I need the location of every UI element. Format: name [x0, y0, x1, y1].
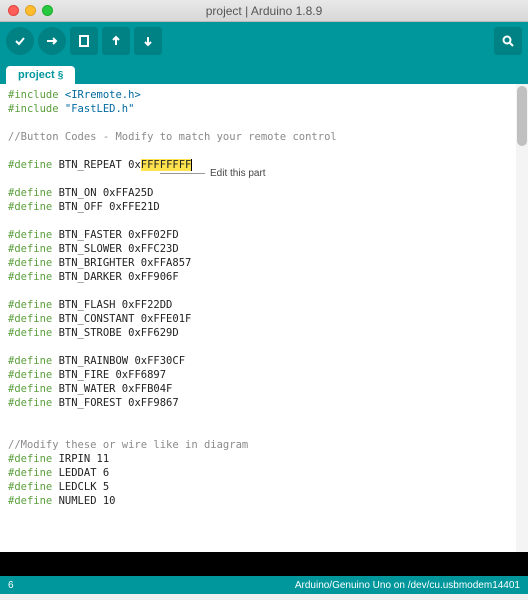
code-line	[8, 284, 520, 298]
editor-scrollbar[interactable]	[516, 84, 528, 552]
code-line	[8, 410, 520, 424]
code-line: #define BTN_WATER 0xFFB04F	[8, 382, 520, 396]
open-button[interactable]	[102, 27, 130, 55]
minimize-window-button[interactable]	[25, 5, 36, 16]
maximize-window-button[interactable]	[42, 5, 53, 16]
code-editor[interactable]: #include <IRremote.h>#include "FastLED.h…	[0, 84, 528, 552]
annotation-callout: Edit this part	[210, 167, 266, 181]
code-line: #define BTN_FASTER 0xFF02FD	[8, 228, 520, 242]
code-line: #define BTN_CONSTANT 0xFFE01F	[8, 312, 520, 326]
code-line: #define NUMLED 10	[8, 494, 520, 508]
status-board-info: Arduino/Genuino Uno on /dev/cu.usbmodem1…	[295, 580, 520, 591]
tab-modified-indicator: §	[58, 70, 64, 81]
arrow-right-icon	[45, 34, 59, 48]
save-button[interactable]	[134, 27, 162, 55]
close-window-button[interactable]	[8, 5, 19, 16]
status-bar: 6 Arduino/Genuino Uno on /dev/cu.usbmode…	[0, 576, 528, 594]
console-panel	[0, 552, 528, 576]
code-line: #define BTN_OFF 0xFFE21D	[8, 200, 520, 214]
code-line: #define IRPIN 11	[8, 452, 520, 466]
traffic-lights	[8, 5, 53, 16]
code-line: #define BTN_RAINBOW 0xFF30CF	[8, 354, 520, 368]
code-line: #define BTN_FIRE 0xFF6897	[8, 368, 520, 382]
status-line-number: 6	[8, 580, 14, 591]
code-line: #include "FastLED.h"	[8, 102, 520, 116]
code-line: #include <IRremote.h>	[8, 88, 520, 102]
code-line: #define BTN_DARKER 0xFF906F	[8, 270, 520, 284]
code-line	[8, 424, 520, 438]
tab-project[interactable]: project §	[6, 66, 75, 84]
arrow-up-icon	[109, 34, 123, 48]
code-line	[8, 340, 520, 354]
verify-button[interactable]	[6, 27, 34, 55]
arrow-down-icon	[141, 34, 155, 48]
check-icon	[13, 34, 27, 48]
tab-name: project	[18, 69, 55, 81]
code-line: #define BTN_FOREST 0xFF9867	[8, 396, 520, 410]
toolbar	[0, 22, 528, 60]
code-line: #define BTN_SLOWER 0xFFC23D	[8, 242, 520, 256]
window-title: project | Arduino 1.8.9	[0, 4, 528, 18]
new-button[interactable]	[70, 27, 98, 55]
serial-monitor-button[interactable]	[494, 27, 522, 55]
titlebar: project | Arduino 1.8.9	[0, 0, 528, 22]
code-line: #define LEDCLK 5	[8, 480, 520, 494]
annotation-text: Edit this part	[210, 168, 266, 179]
code-line: #define LEDDAT 6	[8, 466, 520, 480]
upload-button[interactable]	[38, 27, 66, 55]
code-line: #define BTN_ON 0xFFA25D	[8, 186, 520, 200]
code-line: #define BTN_STROBE 0xFF629D	[8, 326, 520, 340]
scrollbar-thumb[interactable]	[517, 86, 527, 146]
code-line: //Modify these or wire like in diagram	[8, 438, 520, 452]
code-line: #define BTN_BRIGHTER 0xFFA857	[8, 256, 520, 270]
file-icon	[78, 34, 90, 48]
tab-bar: project §	[0, 60, 528, 84]
code-line	[8, 116, 520, 130]
search-icon	[501, 34, 515, 48]
code-line	[8, 144, 520, 158]
code-line: #define BTN_FLASH 0xFF22DD	[8, 298, 520, 312]
code-line: //Button Codes - Modify to match your re…	[8, 130, 520, 144]
code-line	[8, 214, 520, 228]
